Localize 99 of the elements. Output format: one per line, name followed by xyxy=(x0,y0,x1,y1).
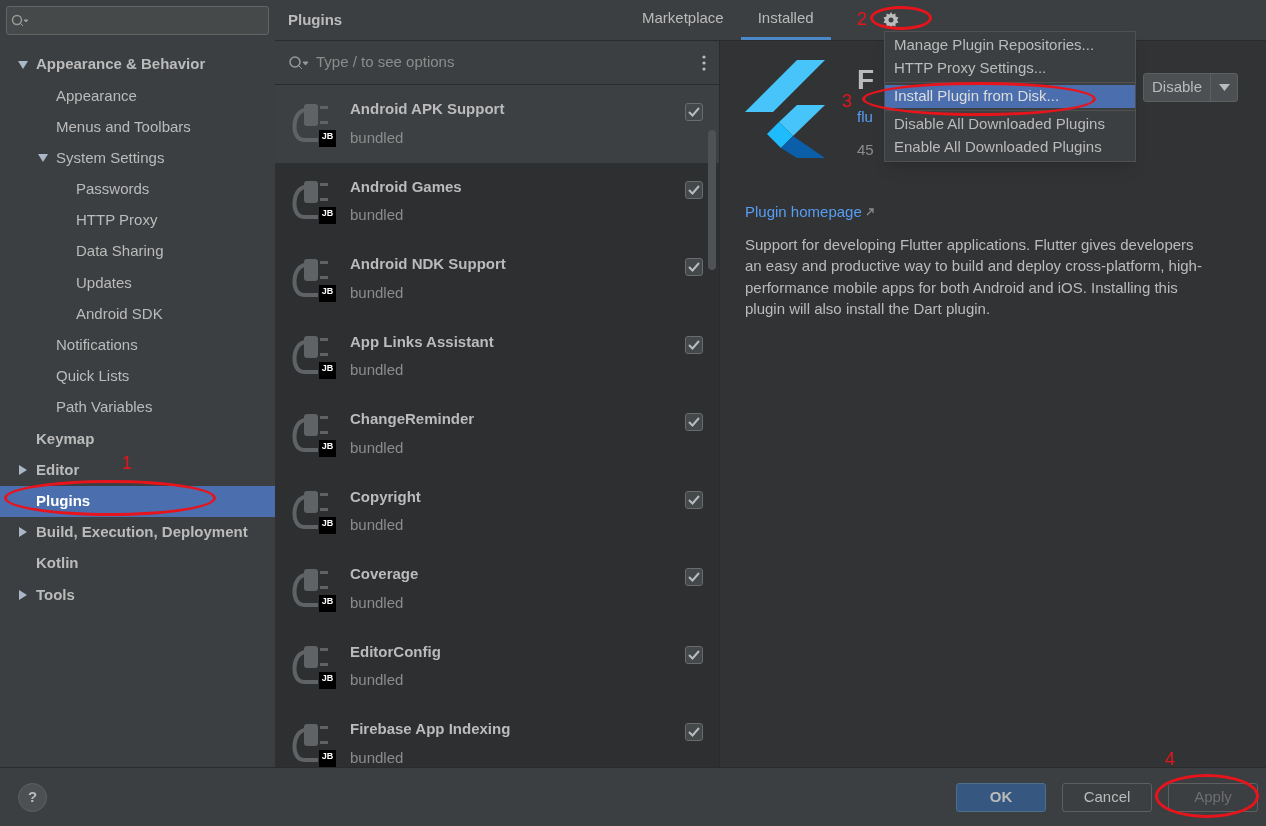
check-icon xyxy=(688,262,700,272)
plugin-name: Android APK Support xyxy=(350,99,506,120)
plugin-source: bundled xyxy=(350,205,405,226)
sidebar-item[interactable]: Editor xyxy=(36,458,80,482)
plugin-source: bundled xyxy=(350,282,405,303)
ok-button[interactable]: OK xyxy=(956,782,1046,812)
sidebar-item[interactable]: Tools xyxy=(36,583,75,607)
vendor-link[interactable]: flu xyxy=(857,106,875,129)
menu-item[interactable]: Enable All Downloaded Plugins xyxy=(885,136,1135,159)
sidebar-item[interactable]: Path Variables xyxy=(56,396,153,419)
sidebar-item[interactable]: Keymap xyxy=(36,427,95,451)
plugin-title: F xyxy=(857,63,875,97)
plugin-name: Copyright xyxy=(350,486,422,507)
checkbox[interactable] xyxy=(685,645,703,664)
check-icon xyxy=(688,494,700,505)
sidebar-item[interactable]: Plugins xyxy=(36,489,91,513)
sidebar-item[interactable]: Kotlin xyxy=(36,552,79,575)
plugin-source: bundled xyxy=(350,360,405,381)
sidebar-item[interactable]: Menus and Toolbars xyxy=(56,115,191,139)
annotation-oval xyxy=(870,6,932,30)
checkbox[interactable] xyxy=(685,180,703,199)
collapsed-arrow-icon[interactable] xyxy=(18,465,28,476)
menu-item[interactable]: HTTP Proxy Settings... xyxy=(885,57,1135,80)
menu-item[interactable]: Manage Plugin Repositories... xyxy=(885,34,1135,57)
sidebar-item[interactable]: Android SDK xyxy=(76,302,163,326)
sidebar-item[interactable]: Updates xyxy=(76,271,132,295)
menu-item[interactable]: Install Plugin from Disk... xyxy=(885,85,1135,108)
scrollbar[interactable] xyxy=(708,130,716,270)
checkbox[interactable] xyxy=(685,490,703,509)
plugin-row[interactable]: JB Firebase App Indexing bundled xyxy=(275,705,719,767)
checkbox[interactable] xyxy=(685,723,703,741)
checkbox[interactable] xyxy=(685,568,703,586)
check-icon xyxy=(688,649,700,660)
plugin-source: bundled xyxy=(350,127,405,148)
plugin-source: bundled xyxy=(350,437,405,458)
plugin-source: bundled xyxy=(350,515,405,536)
checkbox[interactable] xyxy=(685,335,703,354)
plugin-name: EditorConfig xyxy=(350,641,442,662)
plugin-row[interactable]: JB ChangeReminder bundled xyxy=(275,395,719,473)
collapsed-arrow-icon[interactable] xyxy=(18,589,28,600)
plugin-name: Firebase App Indexing xyxy=(350,719,512,740)
plugin-row[interactable]: JB Android APK Support bundled xyxy=(275,85,719,163)
check-icon xyxy=(688,417,700,427)
plugin-name: Android NDK Support xyxy=(350,254,507,275)
search-icon xyxy=(288,54,310,71)
annotation-number: 3 xyxy=(842,90,852,113)
sidebar-item[interactable]: System Settings xyxy=(56,146,165,170)
plugin-name: App Links Assistant xyxy=(350,331,495,352)
plugin-source: bundled xyxy=(350,592,405,613)
plugin-row[interactable]: JB Android Games bundled xyxy=(275,162,719,240)
plugin-row[interactable]: JB Copyright bundled xyxy=(275,472,719,550)
plugin-source: bundled xyxy=(350,670,405,691)
check-icon xyxy=(688,184,700,195)
tab[interactable]: Installed xyxy=(740,0,831,40)
plugin-row[interactable]: JB App Links Assistant bundled xyxy=(275,317,719,395)
plugin-row[interactable]: JB Android NDK Support bundled xyxy=(275,240,719,318)
sidebar-item[interactable]: Passwords xyxy=(76,178,150,201)
sidebar-item[interactable]: Appearance xyxy=(56,84,137,108)
sidebar-item[interactable]: Appearance & Behavior xyxy=(36,53,206,76)
dialog-button[interactable]: Cancel xyxy=(1062,782,1152,812)
collapsed-arrow-icon[interactable] xyxy=(18,527,28,538)
checkbox[interactable] xyxy=(685,103,703,121)
check-icon xyxy=(688,339,700,350)
expanded-arrow-icon[interactable] xyxy=(18,59,28,70)
page-title: Plugins xyxy=(287,9,344,30)
plugin-search-field[interactable]: Type / to see options xyxy=(275,41,719,85)
help-button[interactable]: ? xyxy=(18,782,47,812)
plugin-row[interactable]: JB EditorConfig bundled xyxy=(275,627,719,705)
annotation-number: 1 xyxy=(122,452,132,475)
plugin-name: Android Games xyxy=(350,176,463,197)
expanded-arrow-icon[interactable] xyxy=(38,153,48,164)
search-field[interactable] xyxy=(6,6,269,35)
search-icon xyxy=(11,13,29,28)
plugin-row[interactable]: JB Coverage bundled xyxy=(275,550,719,628)
caret-icon xyxy=(1218,84,1230,91)
tab[interactable]: Marketplace xyxy=(625,0,741,40)
check-icon xyxy=(688,107,700,117)
sidebar-item[interactable]: Notifications xyxy=(56,334,138,357)
checkbox[interactable] xyxy=(685,258,703,276)
annotation-number: 2 xyxy=(857,8,867,31)
search-input[interactable]: Type / to see options xyxy=(316,51,696,74)
sidebar-item[interactable]: HTTP Proxy xyxy=(76,209,158,232)
check-icon xyxy=(688,572,700,582)
settings-icon[interactable] xyxy=(882,12,899,28)
version-text: 45 xyxy=(857,139,875,160)
check-icon xyxy=(688,727,700,737)
external-link-icon xyxy=(865,208,874,217)
checkbox[interactable] xyxy=(685,413,703,431)
sidebar-item[interactable]: Data Sharing xyxy=(76,240,164,263)
plugin-description: Support for developing Flutter applications. Flutter gives developers an easy and productive way to build and deploy cross-platform, high-performance mobile apps for both Android and iOS. Installing this plugin will also install the Dart plugin. xyxy=(745,234,1203,319)
sidebar-item[interactable]: Build, Execution, Deployment xyxy=(36,521,248,544)
more-options-icon[interactable] xyxy=(702,54,706,71)
plugin-name: ChangeReminder xyxy=(350,409,476,430)
homepage-link[interactable]: Plugin homepage xyxy=(745,201,862,224)
plugin-source: bundled xyxy=(350,747,405,767)
plugin-name: Coverage xyxy=(350,564,420,585)
sidebar-item[interactable]: Quick Lists xyxy=(56,365,130,388)
annotation-number: 4 xyxy=(1165,748,1175,771)
menu-item[interactable]: Disable All Downloaded Plugins xyxy=(885,113,1135,136)
